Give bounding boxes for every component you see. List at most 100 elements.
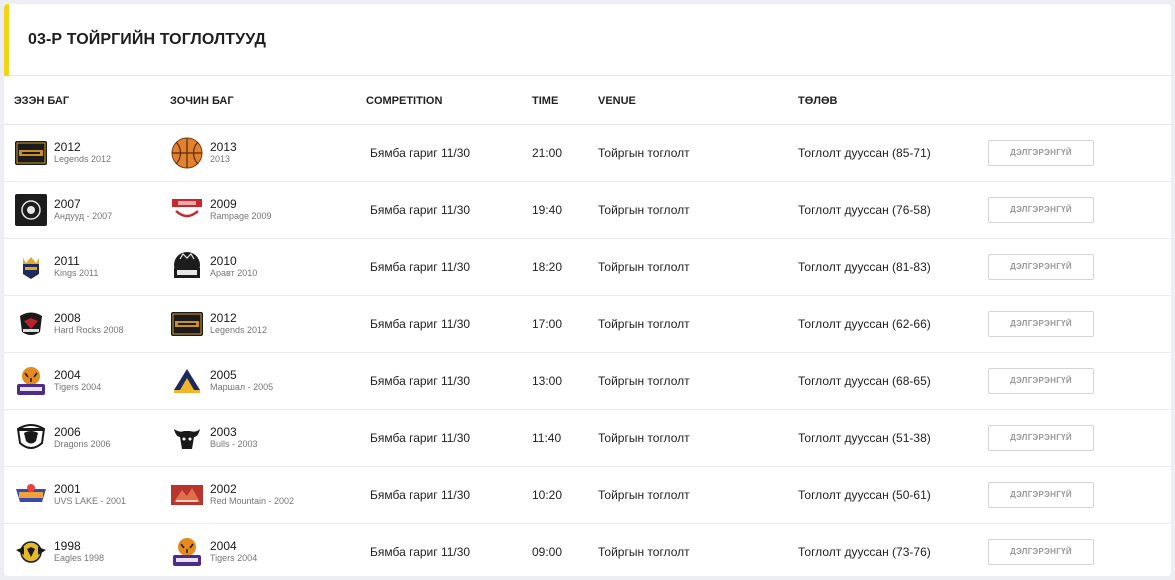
- home-team-cell: 2011 Kings 2011: [4, 237, 170, 295]
- status-cell: Тоглолт дууссан (73-76): [798, 522, 988, 576]
- table-row: 1998 Eagles 1998 2004 Tigers 2004 Бямба …: [4, 522, 1171, 576]
- time-cell: 11:40: [532, 408, 598, 466]
- home-team[interactable]: 2004 Tigers 2004: [14, 364, 170, 398]
- home-team-year: 2012: [54, 140, 81, 154]
- home-team-name: Hard Rocks 2008: [54, 325, 124, 335]
- time-cell: 13:00: [532, 351, 598, 409]
- home-team[interactable]: 2007 Андууд - 2007: [14, 193, 170, 227]
- away-team-name: Red Mountain - 2002: [210, 496, 295, 506]
- venue-cell: Тойргын тоглолт: [598, 180, 798, 238]
- home-team[interactable]: 2008 Hard Rocks 2008: [14, 307, 170, 341]
- venue-cell: Тойргын тоглолт: [598, 522, 798, 576]
- time-cell: 10:20: [532, 465, 598, 523]
- kings-logo: [14, 250, 48, 284]
- details-button[interactable]: ДЭЛГЭРЭНГҮЙ: [988, 310, 1094, 337]
- details-button[interactable]: ДЭЛГЭРЭНГҮЙ: [988, 367, 1094, 394]
- details-button[interactable]: ДЭЛГЭРЭНГҮЙ: [988, 196, 1094, 223]
- bulls-logo: [170, 421, 204, 455]
- away-team-name: Rampage 2009: [210, 211, 272, 221]
- redmountain-logo: [170, 478, 204, 512]
- away-team-year: 2012: [210, 311, 237, 325]
- away-team[interactable]: 2012 Legends 2012: [170, 307, 366, 341]
- legends-logo: [14, 136, 48, 170]
- status-cell: Тоглолт дууссан (51-38): [798, 408, 988, 466]
- away-team[interactable]: 2013 2013: [170, 136, 366, 170]
- status-cell: Тоглолт дууссан (85-71): [798, 123, 988, 181]
- away-team-cell: 2009 Rampage 2009: [170, 180, 366, 238]
- away-team-cell: 2004 Tigers 2004: [170, 522, 366, 576]
- details-button[interactable]: ДЭЛГЭРЭНГҮЙ: [988, 253, 1094, 280]
- away-team-year: 2003: [210, 425, 237, 439]
- table-row: 2011 Kings 2011 2010 Аравт 2010 Бямба га…: [4, 237, 1171, 295]
- tigers-logo: [170, 535, 204, 569]
- home-team-name: Legends 2012: [54, 154, 112, 164]
- away-team-name: Маршал - 2005: [210, 382, 274, 392]
- column-header-competition: COMPETITION: [366, 94, 443, 107]
- action-cell: ДЭЛГЭРЭНГҮЙ: [988, 123, 1171, 181]
- action-cell: ДЭЛГЭРЭНГҮЙ: [988, 294, 1171, 352]
- away-team[interactable]: 2010 Аравт 2010: [170, 250, 366, 284]
- home-team-year: 1998: [54, 539, 81, 554]
- away-team[interactable]: 2004 Tigers 2004: [170, 535, 366, 569]
- competition-cell: Бямба гариг 11/30: [366, 237, 532, 295]
- home-team[interactable]: 2012 Legends 2012: [14, 136, 170, 170]
- home-team-year: 2001: [54, 482, 81, 496]
- venue-cell: Тойргын тоглолт: [598, 237, 798, 295]
- table-row: 2006 Dragons 2006 2003 Bulls - 2003 Бямб…: [4, 408, 1171, 466]
- column-header-status: ТӨЛӨВ: [798, 94, 838, 107]
- column-header-venue: VENUE: [598, 94, 636, 107]
- table-row: 2007 Андууд - 2007 2009 Rampage 2009 Бям…: [4, 180, 1171, 238]
- matches-table: ЭЗЭН БАГ ЗОЧИН БАГ COMPETITION TIME VENU…: [4, 76, 1171, 576]
- home-team-name: Dragons 2006: [54, 439, 111, 449]
- competition-cell: Бямба гариг 11/30: [366, 465, 532, 523]
- venue-cell: Тойргын тоглолт: [598, 465, 798, 523]
- table-row: 2012 Legends 2012 2013 2013 Бямба гариг …: [4, 123, 1171, 181]
- away-team[interactable]: 2009 Rampage 2009: [170, 193, 366, 227]
- home-team-year: 2004: [54, 368, 81, 382]
- details-button[interactable]: ДЭЛГЭРЭНГҮЙ: [988, 424, 1094, 451]
- away-team[interactable]: 2002 Red Mountain - 2002: [170, 478, 366, 512]
- home-team[interactable]: 2001 UVS LAKE - 2001: [14, 478, 170, 512]
- away-team[interactable]: 2003 Bulls - 2003: [170, 421, 366, 455]
- away-team-year: 2010: [210, 254, 237, 268]
- competition-cell: Бямба гариг 11/30: [366, 408, 532, 466]
- legends-logo: [170, 307, 204, 341]
- home-team-year: 2011: [54, 254, 80, 268]
- home-team-year: 2006: [54, 425, 81, 439]
- action-cell: ДЭЛГЭРЭНГҮЙ: [988, 465, 1171, 523]
- page-title: 03-Р ТОЙРГИЙН ТОГЛОЛТУУД: [28, 31, 266, 48]
- venue-cell: Тойргын тоглолт: [598, 294, 798, 352]
- home-team[interactable]: 1998 Eagles 1998: [14, 535, 170, 569]
- home-team[interactable]: 2006 Dragons 2006: [14, 421, 170, 455]
- anduud-logo: [14, 193, 48, 227]
- home-team[interactable]: 2011 Kings 2011: [14, 250, 170, 284]
- away-team-cell: 2005 Маршал - 2005: [170, 351, 366, 409]
- matches-card: 03-Р ТОЙРГИЙН ТОГЛОЛТУУД ЭЗЭН БАГ ЗОЧИН …: [4, 4, 1171, 576]
- away-team-year: 2005: [210, 368, 237, 382]
- action-cell: ДЭЛГЭРЭНГҮЙ: [988, 351, 1171, 409]
- basketball-logo: [170, 136, 204, 170]
- time-cell: 09:00: [532, 522, 598, 576]
- column-header-action: [988, 76, 1171, 124]
- details-button[interactable]: ДЭЛГЭРЭНГҮЙ: [988, 139, 1094, 166]
- home-team-name: Tigers 2004: [54, 382, 102, 392]
- home-team-name: Eagles 1998: [54, 553, 105, 564]
- marshal-logo: [170, 364, 204, 398]
- eagles-logo: [14, 535, 48, 569]
- status-cell: Тоглолт дууссан (50-61): [798, 465, 988, 523]
- home-team-year: 2007: [54, 197, 81, 211]
- aravt-logo: [170, 250, 204, 284]
- details-button[interactable]: ДЭЛГЭРЭНГҮЙ: [988, 481, 1094, 508]
- time-cell: 17:00: [532, 294, 598, 352]
- status-cell: Тоглолт дууссан (76-58): [798, 180, 988, 238]
- away-team[interactable]: 2005 Маршал - 2005: [170, 364, 366, 398]
- competition-cell: Бямба гариг 11/30: [366, 522, 532, 576]
- competition-cell: Бямба гариг 11/30: [366, 180, 532, 238]
- details-button[interactable]: ДЭЛГЭРЭНГҮЙ: [988, 538, 1094, 565]
- away-team-cell: 2013 2013: [170, 123, 366, 181]
- home-team-name: Kings 2011: [54, 268, 99, 278]
- away-team-cell: 2002 Red Mountain - 2002: [170, 465, 366, 523]
- away-team-name: 2013: [210, 154, 231, 164]
- away-team-cell: 2012 Legends 2012: [170, 294, 366, 352]
- table-header-row: ЭЗЭН БАГ ЗОЧИН БАГ COMPETITION TIME VENU…: [4, 76, 1171, 124]
